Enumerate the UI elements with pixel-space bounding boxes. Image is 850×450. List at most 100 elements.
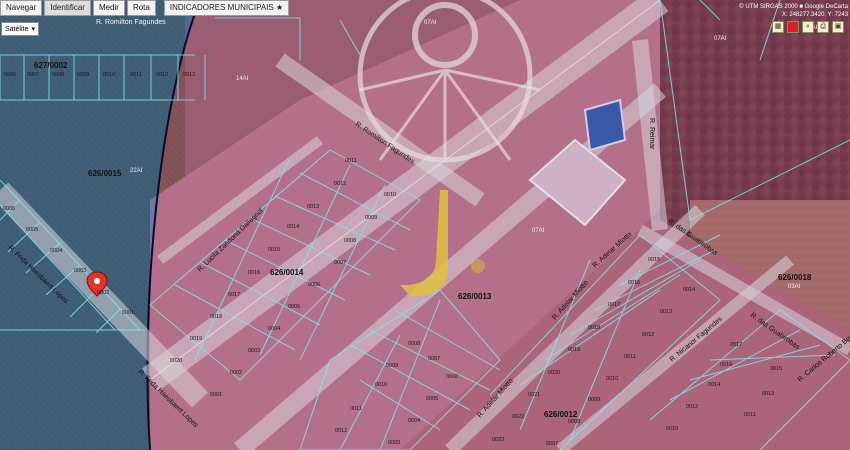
lot-label: 0005 — [26, 227, 38, 233]
lot-label: 0023 — [492, 437, 504, 443]
lot-label: 0001 — [122, 310, 134, 316]
block-label: 626/0013 — [458, 292, 492, 301]
lot-label: 0007 — [334, 260, 346, 266]
lot-label: 0013 — [762, 391, 774, 397]
lot-label: 0022 — [512, 414, 524, 420]
lot-label: 0011 — [345, 158, 357, 164]
indicators-label: INDICADORES MUNICIPAIS — [169, 3, 274, 12]
lot-label: 0002 — [97, 290, 109, 296]
lot-label: 0005 — [426, 396, 438, 402]
block-label: 626/0014 — [270, 268, 304, 277]
route-button[interactable]: Rota — [126, 0, 156, 16]
red-square-icon[interactable] — [787, 21, 799, 33]
lot-label: 0003 — [388, 440, 400, 446]
lot-label: 0010 — [384, 192, 396, 198]
lot-label: 0002 — [230, 370, 242, 376]
lot-label: 0004 — [408, 418, 420, 424]
lot-label: 0006 — [308, 282, 320, 288]
zone-label: 07AI — [714, 36, 727, 42]
lot-label: 0008 — [52, 72, 64, 78]
lot-label: 0013 — [660, 309, 672, 315]
lot-label: 0003 — [248, 348, 260, 354]
lot-label: 0005 — [288, 304, 300, 310]
lot-label: 0006 — [4, 72, 16, 78]
lot-label: 0019 — [568, 347, 580, 353]
zone-label: 07AI — [424, 20, 437, 26]
lock-icon[interactable]: ▣ — [832, 21, 844, 33]
lot-label: 0011 — [744, 412, 756, 418]
lot-label: 0003 — [74, 268, 86, 274]
lot-label: 0016 — [720, 362, 732, 368]
lot-label: 0007 — [546, 441, 558, 447]
lot-label: 0016 — [248, 270, 260, 276]
dropdown-arrow-icon: ▾ — [31, 26, 35, 33]
lot-label: 0012 — [642, 332, 654, 338]
coordinate-readout: © UTM SIRGAS 2000 ■ Google DeCarta X: 24… — [739, 3, 848, 19]
identify-button[interactable]: Identificar — [44, 0, 91, 16]
street-label: R. Reimar — [648, 118, 655, 150]
lot-label: 0015 — [770, 366, 782, 372]
layer-select-value: Satélite — [5, 25, 29, 33]
lot-label: 0014 — [287, 224, 299, 230]
lot-label: 0007 — [27, 72, 39, 78]
lot-label: 0001 — [210, 392, 222, 398]
highlight-dot — [471, 259, 485, 273]
zone-label: 03AI — [788, 284, 801, 290]
lot-label: 0020 — [170, 358, 182, 364]
lot-label: 0021 — [528, 392, 540, 398]
lot-label: 0008 — [568, 419, 580, 425]
lot-label: 0011 — [350, 406, 362, 412]
map-tools: ▦ ⌕ ⎙ ▣ — [772, 21, 844, 33]
lot-label: 0006 — [446, 374, 458, 380]
lot-label: 0008 — [408, 341, 420, 347]
zone-label: 07AI — [532, 228, 545, 234]
block-label: 626/0018 — [778, 273, 812, 282]
lot-label: 0009 — [588, 397, 600, 403]
cadastral-map[interactable]: R. Romilton Fagundes R. Romilton Fagunde… — [0, 0, 850, 450]
block-label: 627/0002 — [34, 61, 68, 70]
lot-label: 0012 — [686, 404, 698, 410]
lot-label: 0009 — [77, 72, 89, 78]
magnifier-icon[interactable]: ⌕ — [802, 21, 814, 33]
lot-label: 0011 — [624, 354, 636, 360]
lot-label: 0010 — [606, 376, 618, 382]
print-icon[interactable]: ⎙ — [817, 21, 829, 33]
layer-select[interactable]: Satélite ▾ — [1, 22, 39, 36]
measure-button[interactable]: Medir — [92, 0, 125, 16]
lot-label: 0012 — [156, 72, 168, 78]
lot-label: 0015 — [648, 257, 660, 263]
lot-label: 0011 — [130, 72, 142, 78]
navigate-button[interactable]: Navegar — [0, 0, 43, 16]
lot-label: 0013 — [183, 72, 195, 78]
lot-label: 0010 — [666, 426, 678, 432]
lot-label: 0015 — [268, 247, 280, 253]
lot-label: 0014 — [683, 287, 695, 293]
municipal-indicators-button[interactable]: INDICADORES MUNICIPAIS ★ — [163, 0, 290, 16]
block-label: 626/0012 — [544, 410, 578, 419]
lot-label: 0013 — [307, 204, 319, 210]
lot-label: 0009 — [386, 363, 398, 369]
lot-label: 0009 — [365, 215, 377, 221]
lot-label: 0004 — [50, 248, 62, 254]
lot-label: 0007 — [428, 356, 440, 362]
map-toolbar: Navegar Identificar Medir Rota INDICADOR… — [0, 0, 290, 16]
lot-label: 0010 — [375, 382, 387, 388]
lot-label: 0018 — [210, 314, 222, 320]
lot-label: 0006 — [3, 206, 15, 212]
lot-label: 0016 — [628, 280, 640, 286]
lot-label: 0019 — [190, 336, 202, 342]
lot-label: 0012 — [335, 428, 347, 434]
lot-label: 0018 — [588, 325, 600, 331]
lot-label: 0014 — [708, 382, 720, 388]
star-icon: ★ — [275, 3, 284, 12]
lot-label: 0010 — [103, 72, 115, 78]
lot-label: 0017 — [228, 292, 240, 298]
lot-label: 0020 — [548, 370, 560, 376]
lot-label: 0017 — [608, 302, 620, 308]
zone-label: 14AI — [236, 76, 249, 82]
coordinate-value: X: 248277.3420, Y: 7243 — [782, 12, 848, 18]
lot-label: 0017 — [730, 342, 742, 348]
zone-label: 22AI — [130, 168, 143, 174]
chart-icon[interactable]: ▦ — [772, 21, 784, 33]
lot-label: 0012 — [334, 181, 346, 187]
